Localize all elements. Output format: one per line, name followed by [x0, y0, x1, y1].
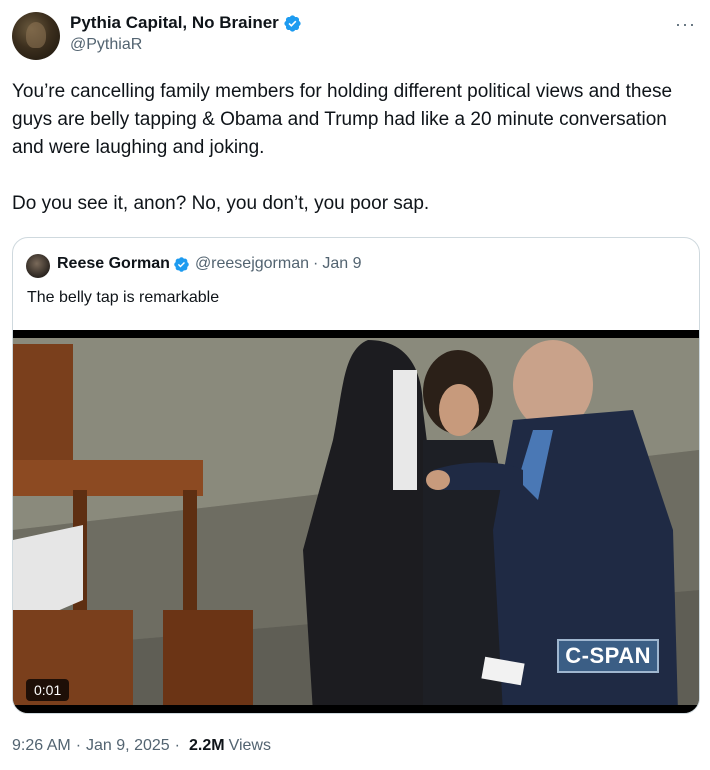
quoted-author-handle[interactable]: @reesejgorman — [195, 255, 309, 273]
author-avatar[interactable] — [12, 12, 60, 60]
more-options-icon[interactable]: ··· — [675, 14, 696, 35]
author-name[interactable]: Pythia Capital, No Brainer — [70, 13, 279, 33]
author-name-row: Pythia Capital, No Brainer — [70, 12, 302, 34]
views-count[interactable]: 2.2M — [189, 737, 225, 755]
separator-dot: · — [75, 737, 82, 754]
views-label: Views — [228, 737, 271, 754]
quoted-tweet[interactable]: Reese Gorman @reesejgorman · Jan 9 The b… — [12, 237, 700, 714]
tweet-meta: 9:26 AM · Jan 9, 2025 · 2.2M Views — [12, 737, 271, 755]
verified-badge-icon — [174, 256, 189, 272]
quoted-author-row: Reese Gorman @reesejgorman · Jan 9 — [57, 255, 361, 273]
tweet-date[interactable]: Jan 9, 2025 — [86, 737, 170, 755]
video-player[interactable]: 0:01 C-SPAN — [13, 330, 699, 713]
quoted-author-avatar[interactable] — [26, 254, 50, 278]
tweet-time[interactable]: 9:26 AM — [12, 737, 71, 755]
tweet-text: You’re cancelling family members for hol… — [12, 81, 673, 214]
separator-dot: · — [174, 737, 180, 754]
verified-badge-icon — [284, 14, 301, 32]
separator-dot: · — [313, 255, 319, 272]
author-handle[interactable]: @PythiaR — [70, 36, 142, 54]
quoted-tweet-text: The belly tap is remarkable — [27, 289, 220, 306]
video-duration: 0:01 — [26, 679, 70, 701]
cspan-watermark: C-SPAN — [557, 639, 659, 673]
quoted-author-name[interactable]: Reese Gorman — [57, 255, 170, 273]
quoted-tweet-date[interactable]: Jan 9 — [322, 255, 361, 273]
